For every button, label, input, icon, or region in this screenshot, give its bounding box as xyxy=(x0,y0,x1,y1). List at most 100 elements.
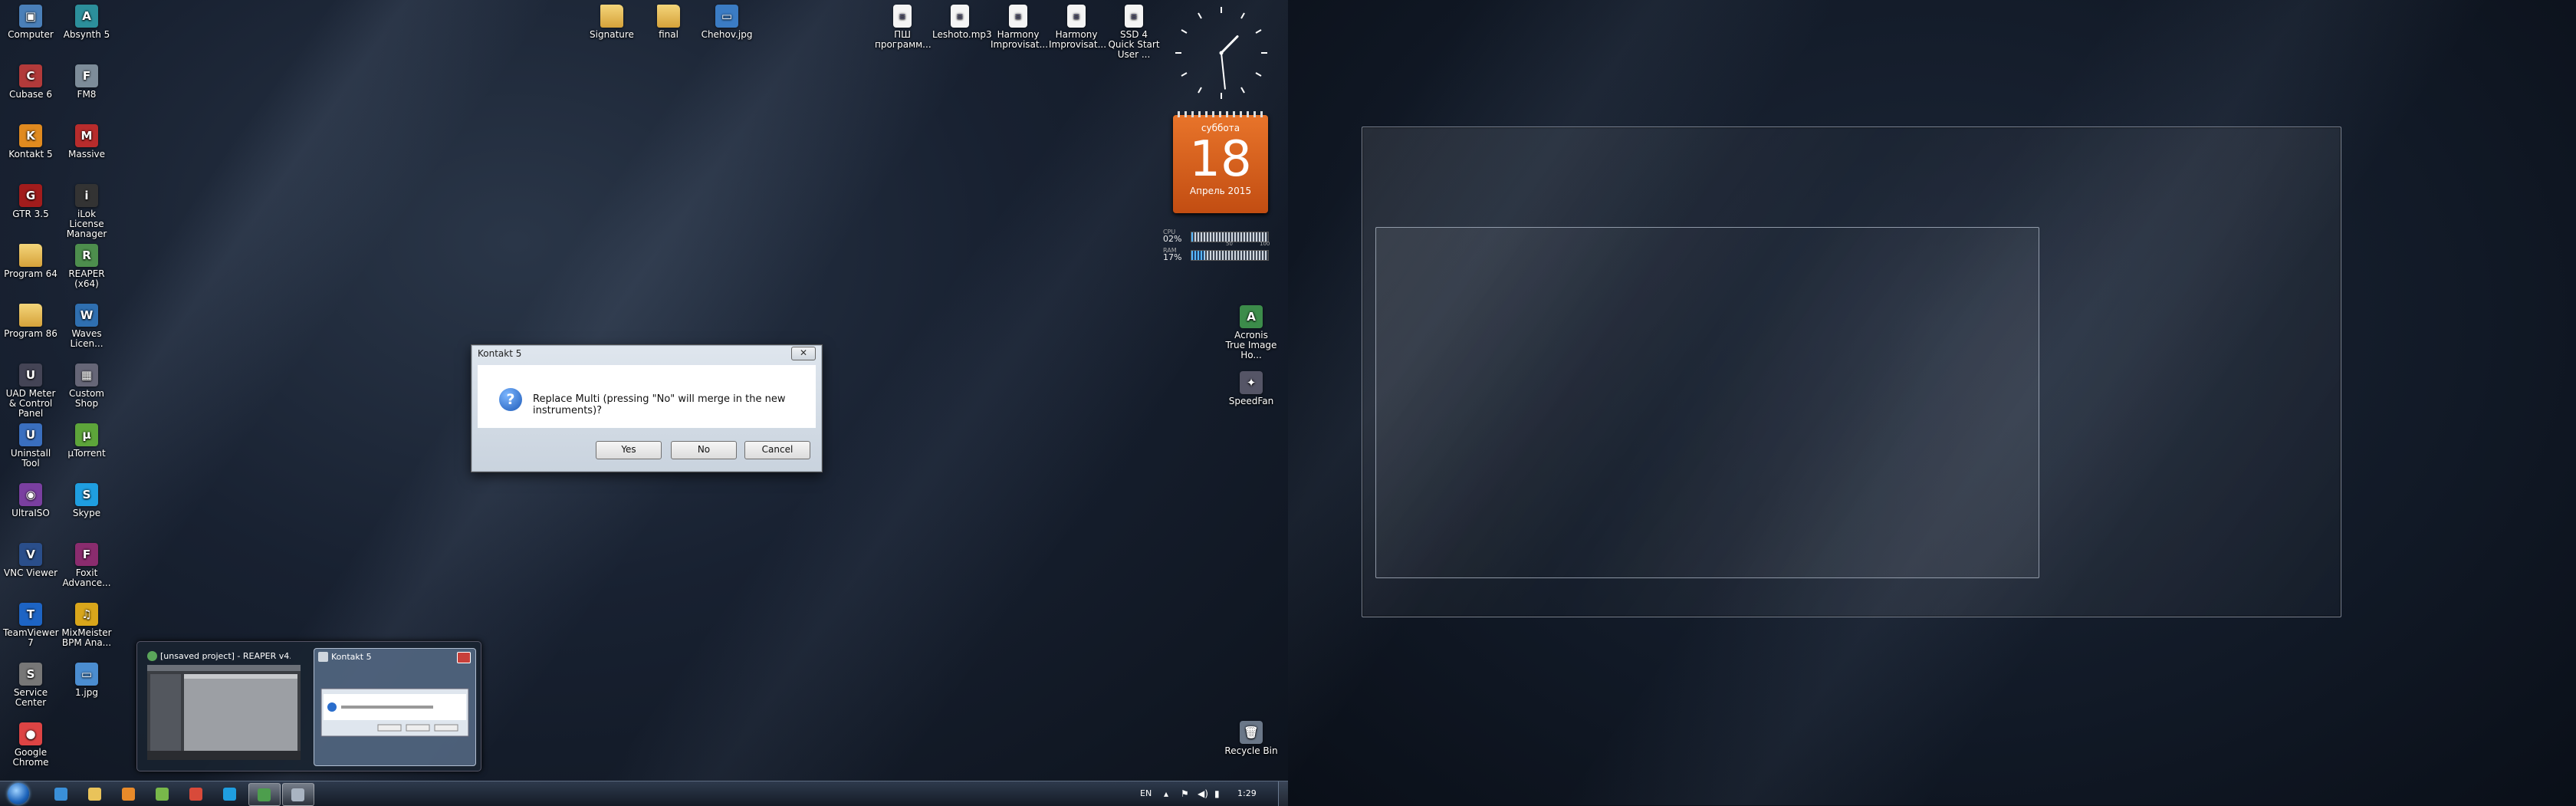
desktop-icon[interactable]: ≡ Leshoto.mp3 xyxy=(932,5,992,40)
desktop-icon-label: UAD Meter & Control Panel xyxy=(5,388,56,419)
cancel-button[interactable]: Cancel xyxy=(744,441,810,459)
taskbar-button-explorer[interactable] xyxy=(80,783,110,804)
chrome-icon xyxy=(189,788,202,801)
taskbar-button-kontakt[interactable] xyxy=(282,783,314,806)
tray-flag-icon[interactable]: ⚑ xyxy=(1181,788,1189,799)
no-button[interactable]: No xyxy=(671,441,737,459)
desktop-icon-label: SSD 4 Quick Start User ... xyxy=(1108,29,1160,60)
desktop-icon[interactable]: ✦ SpeedFan xyxy=(1224,371,1279,406)
app-icon: V xyxy=(19,543,42,566)
ram-bar-fill xyxy=(1191,251,1204,260)
thumbnail-reaper[interactable]: [unsaved project] - REAPER v4.7... xyxy=(143,648,304,765)
clock-hour-hand xyxy=(1220,35,1239,54)
desktop-icon[interactable]: final xyxy=(641,5,696,40)
desktop-icon-label: SpeedFan xyxy=(1228,396,1274,406)
yes-button[interactable]: Yes xyxy=(596,441,662,459)
desktop-icon[interactable]: G GTR 3.5 xyxy=(3,184,58,219)
empty-window-frame-small xyxy=(1375,227,2039,578)
desktop-icon-label: Custom Shop xyxy=(69,388,104,409)
desktop-icon-label: Uninstall Tool xyxy=(10,448,51,469)
desktop-icon[interactable]: Program 86 xyxy=(3,304,58,339)
ram-bar xyxy=(1191,250,1269,261)
desktop-icon-label: VNC Viewer xyxy=(3,567,58,578)
cpu-meter-gadget[interactable]: CPU 02% RAM 17% 50 100 xyxy=(1162,229,1276,264)
desktop-icon[interactable]: R REAPER (x64) xyxy=(59,244,114,289)
desktop-icon[interactable]: ♫ MixMeister BPM Ana... xyxy=(59,603,114,648)
tray-volume-icon[interactable]: ◀) xyxy=(1198,788,1208,799)
document-icon: ≡ xyxy=(893,5,912,28)
taskbar-button-skype[interactable] xyxy=(215,783,245,804)
media-icon xyxy=(122,788,135,801)
app-icon: ▭ xyxy=(715,5,738,28)
tray-network-icon[interactable]: ▮ xyxy=(1214,788,1220,799)
taskbar-button-messenger[interactable] xyxy=(147,783,178,804)
tray-expand-icon[interactable]: ▴ xyxy=(1164,788,1168,799)
app-icon: ◉ xyxy=(19,483,42,506)
desktop-icon[interactable]: Program 64 xyxy=(3,244,58,279)
desktop-icon[interactable]: Signature xyxy=(584,5,639,40)
cpu-bar-fill xyxy=(1191,232,1193,242)
desktop-icon[interactable]: U UAD Meter & Control Panel xyxy=(3,364,58,419)
app-icon: ♫ xyxy=(75,603,98,626)
clock-tick xyxy=(1181,29,1188,34)
desktop-icon[interactable]: A Acronis True Image Ho... xyxy=(1224,305,1279,360)
desktop-icon-label: Foxit Advance... xyxy=(62,567,111,588)
desktop-icon[interactable]: U Uninstall Tool xyxy=(3,423,58,469)
taskbar-button-reaper[interactable] xyxy=(248,783,281,806)
desktop-icon[interactable]: ≡ Harmony Improvisat... xyxy=(991,5,1048,50)
desktop-icon[interactable]: C Cubase 6 xyxy=(3,64,58,100)
desktop-icon-label: Skype xyxy=(72,508,101,518)
desktop-icon[interactable]: ● Google Chrome xyxy=(3,722,58,768)
desktop-icon-label: REAPER (x64) xyxy=(68,268,105,289)
desktop-icon[interactable]: ▣ Computer xyxy=(3,5,58,40)
taskbar-button-ie[interactable] xyxy=(46,783,77,804)
desktop-icon[interactable]: ≡ SSD 4 Quick Start User ... xyxy=(1106,5,1162,60)
document-icon: ≡ xyxy=(951,5,969,28)
desktop-icon[interactable]: T TeamViewer 7 xyxy=(3,603,59,648)
show-desktop-button[interactable] xyxy=(1278,781,1288,806)
thumbnail-close-icon[interactable] xyxy=(457,652,471,663)
dialog-title: Kontakt 5 xyxy=(478,348,522,359)
desktop-icon[interactable]: W Waves Licen... xyxy=(59,304,114,349)
app-icon: F xyxy=(75,64,98,87)
desktop-icon-label: Acronis True Image Ho... xyxy=(1225,330,1277,360)
clock-gadget[interactable] xyxy=(1171,3,1271,103)
tray-clock[interactable]: 1:29 xyxy=(1237,788,1257,798)
desktop-icon[interactable]: 🗑 Recycle Bin xyxy=(1224,721,1279,756)
thumbnail-reaper-title: [unsaved project] - REAPER v4.7... xyxy=(160,651,291,661)
desktop-icon[interactable]: ▭ 1.jpg xyxy=(59,663,114,698)
desktop-icon-label: Program 64 xyxy=(4,268,58,279)
desktop-icon-label: Absynth 5 xyxy=(63,29,110,40)
desktop-icon[interactable]: V VNC Viewer xyxy=(3,543,58,578)
app-icon: 🗑 xyxy=(1240,721,1263,744)
taskbar: EN ▴ ⚑ ◀) ▮ 1:29 xyxy=(0,781,1288,806)
dialog-close-button[interactable]: ✕ xyxy=(791,347,816,360)
thumbnail-kontakt[interactable]: Kontakt 5 xyxy=(314,648,476,766)
desktop-icon[interactable]: ≡ Harmony Improvisat... xyxy=(1049,5,1106,50)
desktop-icon-label: Waves Licen... xyxy=(70,328,104,349)
desktop-icon[interactable]: F Foxit Advance... xyxy=(59,543,114,588)
desktop-icon[interactable]: i iLok License Manager xyxy=(59,184,114,239)
clock-tick xyxy=(1240,87,1245,94)
desktop-icon[interactable]: S Skype xyxy=(59,483,114,518)
desktop-icon[interactable]: ▦ Custom Shop xyxy=(59,364,114,409)
desktop-icon[interactable]: S Service Center xyxy=(3,663,58,708)
desktop-icon[interactable]: A Absynth 5 xyxy=(59,5,114,40)
desktop-icon[interactable]: ≡ ПШ программ... xyxy=(875,5,932,50)
clock-tick xyxy=(1181,72,1188,77)
desktop-icon[interactable]: ◉ UltraISO xyxy=(3,483,58,518)
calendar-gadget[interactable]: суббота 18 Апрель 2015 xyxy=(1173,111,1268,213)
taskbar-button-media[interactable] xyxy=(113,783,144,804)
desktop-icon-label: Recycle Bin xyxy=(1224,745,1278,756)
dialog-message: Replace Multi (pressing "No" will merge … xyxy=(533,393,786,416)
desktop-icon[interactable]: K Kontakt 5 xyxy=(3,124,58,160)
tray-language[interactable]: EN xyxy=(1140,788,1152,798)
desktop-icon[interactable]: ▭ Chehov.jpg xyxy=(699,5,754,40)
desktop-icon-label: final xyxy=(659,29,678,40)
desktop-icon[interactable]: M Massive xyxy=(59,124,114,160)
desktop-icon[interactable]: µ µTorrent xyxy=(59,423,114,459)
start-button[interactable] xyxy=(3,781,34,806)
app-icon: A xyxy=(75,5,98,28)
taskbar-button-chrome[interactable] xyxy=(181,783,212,804)
desktop-icon[interactable]: F FM8 xyxy=(59,64,114,100)
